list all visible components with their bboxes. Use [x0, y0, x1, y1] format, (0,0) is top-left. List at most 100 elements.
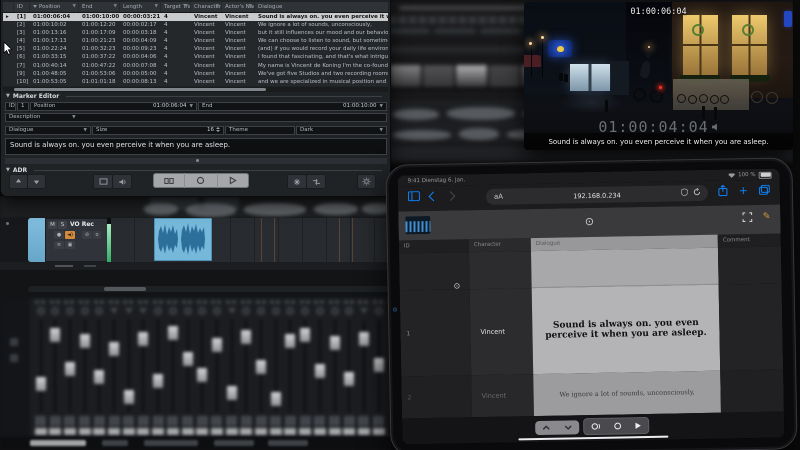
- monitor-button[interactable]: ◄): [65, 231, 75, 239]
- mixer-channel-strip[interactable]: [122, 298, 135, 437]
- horizontal-scrollbar[interactable]: [28, 286, 389, 292]
- mixer-channel-strip[interactable]: [63, 298, 76, 437]
- row-1-dialogue[interactable]: Sound is always on. you even perceive it…: [532, 285, 721, 374]
- adr-swap-button[interactable]: [306, 174, 326, 189]
- column-header-position[interactable]: Position▼: [30, 2, 79, 12]
- mixer-channel-strip[interactable]: [357, 298, 370, 437]
- mixer-channel-strip[interactable]: [181, 298, 194, 437]
- mute-button[interactable]: M: [48, 221, 57, 229]
- row-prev-dialogue[interactable]: [531, 248, 719, 288]
- row-1-id[interactable]: 1: [400, 289, 472, 376]
- record-icon[interactable]: [613, 421, 622, 430]
- mixer-channel-strip[interactable]: [166, 298, 179, 437]
- mixer-channel-strip[interactable]: [269, 298, 282, 437]
- adr-video-mode-button[interactable]: [93, 174, 113, 189]
- forward-button[interactable]: [445, 191, 455, 201]
- marker-row-3[interactable]: [3]01:00:13:1601:00:17:0900:00:03:184Vin…: [3, 29, 388, 37]
- back-button[interactable]: [428, 191, 438, 201]
- row-2-dialogue[interactable]: We ignore a lot of sounds, unconsciously…: [533, 371, 721, 416]
- row-1-comment[interactable]: [719, 284, 784, 371]
- dialogue-text-area[interactable]: Sound is always on. you even perceive it…: [5, 138, 387, 155]
- row-2-character[interactable]: Vincent: [471, 374, 534, 417]
- next-cue-button[interactable]: [564, 424, 572, 430]
- tab-5[interactable]: [268, 440, 308, 446]
- marker-row-5[interactable]: [5]01:00:22:2401:00:32:2300:00:09:234Vin…: [3, 45, 388, 53]
- editor-options-bar[interactable]: [5, 158, 387, 164]
- mixer-channel-strip[interactable]: [372, 298, 385, 437]
- row-1-character[interactable]: Vincent: [470, 288, 534, 375]
- solo-button[interactable]: S: [58, 221, 67, 229]
- fullscreen-icon[interactable]: [743, 212, 753, 222]
- mixer-channel-strip[interactable]: [196, 298, 209, 437]
- marker-row-4[interactable]: [4]01:00:17:1301:00:21:2300:00:04:094Vin…: [3, 37, 388, 45]
- prev-cue-button[interactable]: [542, 425, 550, 431]
- freeze-button[interactable]: ⊘: [82, 231, 92, 239]
- edit-pencil-icon[interactable]: ✎: [763, 212, 771, 222]
- mixer-channel-strip[interactable]: [240, 298, 253, 437]
- theme-dropdown[interactable]: Dark▼: [296, 126, 387, 135]
- attribute-type-dropdown[interactable]: Dialogue▼: [5, 126, 91, 135]
- mixer-channel-strip[interactable]: [313, 298, 326, 437]
- read-automation-button[interactable]: ≡: [54, 241, 64, 249]
- row-2-comment[interactable]: [720, 369, 784, 412]
- play-icon[interactable]: [634, 421, 642, 430]
- marker-row-2[interactable]: [2]01:00:10:0201:00:12:2000:00:02:174Vin…: [3, 21, 388, 29]
- rehearse-icon[interactable]: [590, 422, 601, 431]
- marker-row-7[interactable]: [7]01:00:40:1401:00:47:2200:00:07:084Vin…: [3, 62, 388, 70]
- column-header-actor[interactable]: Actor's Name▼: [222, 2, 255, 12]
- marker-row-10[interactable]: [10]01:00:53:0501:01:01:1800:00:08:134Vi…: [3, 78, 388, 86]
- adr-next-cue-button[interactable]: [27, 174, 46, 189]
- track-name[interactable]: VO Rec: [70, 221, 94, 228]
- new-tab-button[interactable]: +: [739, 185, 748, 196]
- adr-record-button[interactable]: [185, 173, 217, 188]
- mixer-channel-strip[interactable]: [299, 298, 312, 437]
- mixer-channel-strip[interactable]: [137, 298, 150, 437]
- marker-row-6[interactable]: [6]01:00:33:1501:00:37:2200:00:04:064Vin…: [3, 53, 388, 61]
- mixer-channel-strip[interactable]: [78, 298, 91, 437]
- tab-2[interactable]: [102, 440, 128, 446]
- mixer-channel-strip[interactable]: [152, 298, 165, 437]
- adr-previous-cue-button[interactable]: [9, 174, 28, 189]
- column-header-arrow[interactable]: [3, 2, 14, 12]
- tab-4[interactable]: [214, 440, 254, 446]
- marker-row-9[interactable]: [9]01:00:48:0501:00:53:0600:00:05:004Vin…: [3, 70, 388, 78]
- tab-3[interactable]: [144, 440, 198, 446]
- home-indicator[interactable]: [518, 435, 668, 440]
- mixer-channel-strip[interactable]: [93, 298, 106, 437]
- column-header-target_track[interactable]: Target Track▼: [161, 2, 191, 12]
- mixer-channel-strip[interactable]: [34, 298, 47, 437]
- size-spinner[interactable]: [216, 127, 220, 132]
- mixer-channel-strip[interactable]: [210, 298, 223, 437]
- adr-audition-button[interactable]: [112, 174, 132, 189]
- column-header-length[interactable]: Length▼: [120, 2, 161, 12]
- mixer-channel-strip[interactable]: [225, 298, 238, 437]
- sidebar-icon[interactable]: [408, 191, 420, 201]
- mixer-channel-strip[interactable]: [343, 298, 356, 437]
- description-dropdown[interactable]: Description ▼: [5, 113, 387, 122]
- write-automation-button[interactable]: ▣: [65, 241, 75, 249]
- row-prev-character[interactable]: [469, 251, 532, 289]
- mixer-channel-strip[interactable]: [108, 298, 121, 437]
- reload-icon[interactable]: [693, 188, 701, 196]
- lock-button[interactable]: o: [93, 231, 101, 239]
- adr-review-button[interactable]: [218, 173, 249, 188]
- marker-row-1[interactable]: ▸[1]01:00:06:0401:00:10:0000:00:03:214Vi…: [3, 13, 388, 21]
- marker-end-field[interactable]: End ▼ 01:00:10:00: [198, 102, 387, 111]
- share-icon[interactable]: [718, 184, 728, 196]
- column-header-end[interactable]: End▼: [79, 2, 120, 12]
- row-prev-comment[interactable]: [718, 247, 782, 285]
- row-2-id[interactable]: 2: [401, 375, 472, 418]
- mixer-channel-strip[interactable]: [255, 298, 268, 437]
- size-field[interactable]: Size 16: [92, 126, 224, 135]
- mixer-channel-strip[interactable]: [284, 298, 297, 437]
- mixer-channel-strip[interactable]: [328, 298, 341, 437]
- mixer-channel-strip[interactable]: [49, 298, 62, 437]
- record-enable-button[interactable]: ●: [54, 231, 64, 239]
- tabs-icon[interactable]: [759, 185, 770, 195]
- adr-rehearse-button[interactable]: [153, 173, 185, 188]
- column-header-id[interactable]: ID: [14, 2, 30, 12]
- follow-playhead-icon[interactable]: ⊙: [398, 212, 780, 232]
- column-header-character[interactable]: Character▼: [191, 2, 222, 12]
- adr-setup-button[interactable]: [357, 174, 376, 189]
- marker-editor-section-header[interactable]: ▼ Marker Editor: [6, 92, 382, 100]
